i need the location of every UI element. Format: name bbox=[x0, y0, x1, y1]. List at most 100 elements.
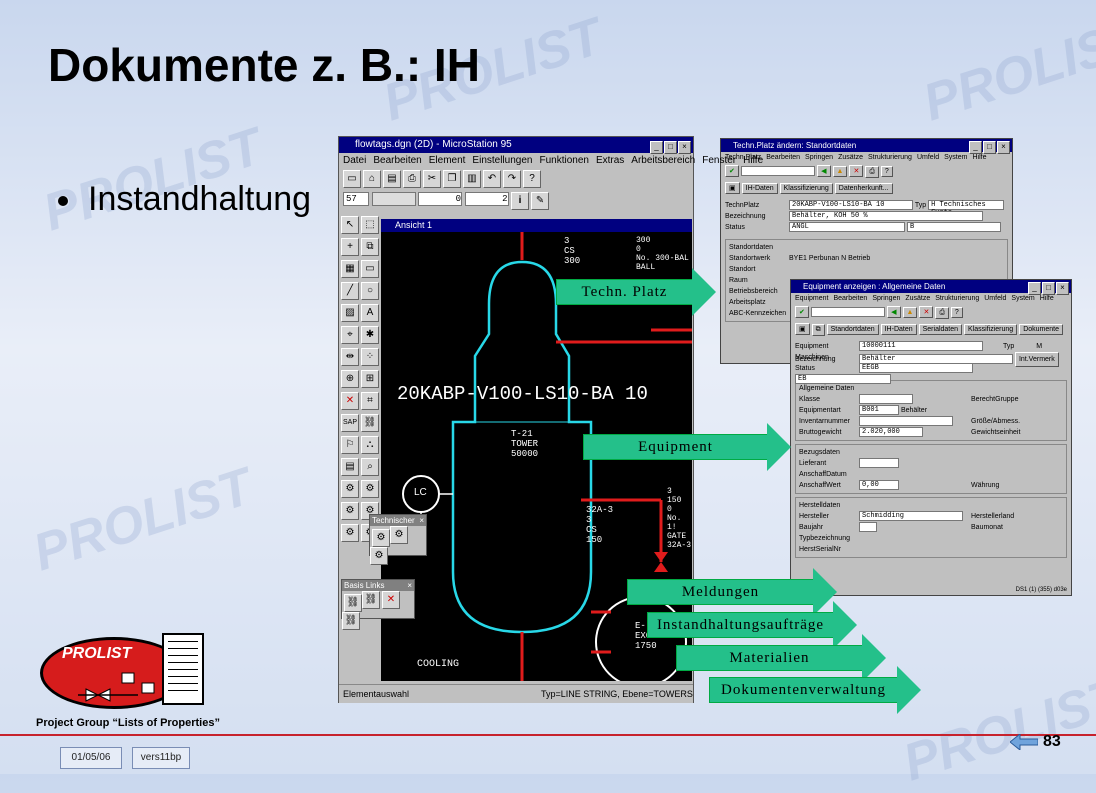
menu-item[interactable]: System bbox=[1011, 295, 1034, 302]
paste-icon[interactable]: ▥ bbox=[463, 170, 481, 188]
tech-tool-icon[interactable]: ⚙ bbox=[390, 526, 408, 544]
command-field[interactable] bbox=[810, 306, 885, 317]
circle-icon[interactable]: ○ bbox=[361, 282, 379, 300]
lieferant-field[interactable] bbox=[859, 458, 899, 469]
tech-tool-icon[interactable]: ⚙ bbox=[372, 529, 390, 547]
menu-item[interactable]: System bbox=[944, 154, 967, 161]
typ-field[interactable]: H Technisches Syste bbox=[928, 200, 1005, 217]
point-icon[interactable]: ⁘ bbox=[361, 348, 379, 366]
edit-icon[interactable]: ✎ bbox=[531, 192, 550, 210]
minimize-icon[interactable]: _ bbox=[1028, 282, 1041, 295]
menu-item[interactable]: Umfeld bbox=[917, 154, 939, 161]
tech-tool-icon[interactable]: ⚙ bbox=[341, 480, 359, 498]
display-icon[interactable]: ▣ bbox=[795, 323, 810, 335]
klassifizierung-button[interactable]: Klassifizierung bbox=[964, 324, 1018, 335]
back-icon[interactable]: ◀ bbox=[887, 306, 901, 318]
status-field[interactable]: EEGB bbox=[859, 363, 973, 374]
tag-icon[interactable]: ⚐ bbox=[341, 436, 359, 454]
ih-daten-button[interactable]: IH-Daten bbox=[880, 324, 917, 335]
style-select[interactable]: 2 bbox=[464, 192, 509, 206]
menu-item[interactable]: Bearbeiten bbox=[766, 154, 800, 161]
check-icon[interactable]: ✔ bbox=[725, 165, 739, 177]
org-icon[interactable]: ⧉ bbox=[811, 324, 825, 336]
klasse-field[interactable] bbox=[859, 394, 913, 405]
hatch-icon[interactable]: ▨ bbox=[341, 304, 359, 322]
report-icon[interactable]: ▤ bbox=[341, 458, 359, 476]
minimize-icon[interactable]: _ bbox=[650, 141, 663, 154]
delete-icon[interactable]: ✕ bbox=[341, 392, 359, 410]
text-icon[interactable]: A bbox=[361, 304, 379, 322]
exit-icon[interactable]: ▲ bbox=[832, 166, 848, 177]
measure-icon[interactable]: ⌖ bbox=[341, 326, 359, 344]
rectangle-icon[interactable]: ▭ bbox=[361, 260, 379, 278]
link-tool-icon[interactable]: ⛓ bbox=[362, 591, 380, 609]
hersteller-field[interactable]: Schmidding bbox=[859, 511, 963, 522]
command-field[interactable] bbox=[740, 165, 815, 176]
menu-item[interactable]: Funktionen bbox=[539, 155, 588, 166]
menu-item[interactable]: Hilfe bbox=[972, 154, 986, 161]
close-icon[interactable]: × bbox=[678, 141, 691, 154]
copy-element-icon[interactable]: ⧉ bbox=[361, 238, 379, 256]
undo-icon[interactable]: ↶ bbox=[483, 170, 501, 188]
exit-icon[interactable]: ▲ bbox=[902, 307, 918, 318]
maximize-icon[interactable]: □ bbox=[1042, 282, 1055, 295]
menu-item[interactable]: Hilfe bbox=[743, 155, 763, 166]
check-icon[interactable]: ✔ bbox=[795, 306, 809, 318]
fence-icon[interactable]: ⬚ bbox=[361, 216, 379, 234]
equipmentart-field[interactable]: B001 bbox=[859, 405, 899, 416]
menu-item[interactable]: Bearbeiten bbox=[833, 295, 867, 302]
baujahr-field[interactable] bbox=[859, 522, 877, 533]
menu-item[interactable]: Zusätze bbox=[905, 295, 930, 302]
dimension-icon[interactable]: ⇹ bbox=[341, 348, 359, 366]
help-icon[interactable]: ? bbox=[523, 170, 541, 188]
help-icon[interactable]: ? bbox=[880, 166, 893, 177]
cancel-icon[interactable]: ✕ bbox=[919, 306, 934, 318]
tech-tool-icon[interactable]: ⚙ bbox=[370, 547, 388, 565]
save-icon[interactable]: ▤ bbox=[383, 170, 401, 188]
line-icon[interactable]: ╱ bbox=[341, 282, 359, 300]
color-select[interactable] bbox=[371, 192, 416, 206]
maximize-icon[interactable]: □ bbox=[664, 141, 677, 154]
level-select[interactable]: 57 bbox=[343, 192, 369, 206]
ih-daten-button[interactable]: IH-Daten bbox=[741, 183, 778, 194]
menu-item[interactable]: Umfeld bbox=[984, 295, 1006, 302]
menu-item[interactable]: Springen bbox=[805, 154, 833, 161]
datenherkunft-button[interactable]: Datenherkunft... bbox=[834, 183, 893, 194]
print-icon[interactable]: ⎙ bbox=[865, 166, 879, 178]
print-icon[interactable]: ⎙ bbox=[935, 307, 949, 319]
info-icon[interactable]: i bbox=[511, 192, 530, 210]
print-icon[interactable]: ⎙ bbox=[403, 170, 421, 188]
attach-icon[interactable]: ⛬ bbox=[361, 436, 379, 454]
close-icon[interactable]: × bbox=[407, 580, 412, 591]
cancel-icon[interactable]: ✕ bbox=[849, 165, 864, 177]
plus-icon[interactable]: + bbox=[341, 238, 359, 256]
select-icon[interactable]: ↖ bbox=[341, 216, 359, 234]
maximize-icon[interactable]: □ bbox=[983, 141, 996, 154]
menu-item[interactable]: Extras bbox=[596, 155, 624, 166]
menu-item[interactable]: Element bbox=[429, 155, 466, 166]
menu-item[interactable]: Strukturierung bbox=[868, 154, 912, 161]
link-tool-icon[interactable]: ⛓ bbox=[342, 612, 360, 630]
close-icon[interactable]: × bbox=[997, 141, 1010, 154]
close-icon[interactable]: × bbox=[1056, 282, 1069, 295]
dokumente-button[interactable]: Dokumente bbox=[1019, 324, 1063, 335]
query-icon[interactable]: ⌕ bbox=[361, 458, 379, 476]
menu-item[interactable]: Datei bbox=[343, 155, 366, 166]
modify-icon[interactable]: ⌗ bbox=[361, 392, 379, 410]
inventar-field[interactable] bbox=[859, 416, 953, 427]
brutto-field[interactable]: 2.020,000 bbox=[859, 427, 923, 438]
back-arrow-icon[interactable] bbox=[1010, 734, 1038, 750]
scale-icon[interactable]: ⊞ bbox=[361, 370, 379, 388]
save-icon[interactable]: ▣ bbox=[725, 182, 740, 194]
close-icon[interactable]: × bbox=[419, 515, 424, 526]
copy-icon[interactable]: ❐ bbox=[443, 170, 461, 188]
status-field-2[interactable]: B bbox=[906, 222, 1001, 233]
weight-select[interactable]: 0 bbox=[418, 192, 463, 206]
cell-icon[interactable]: ✱ bbox=[361, 326, 379, 344]
anschaffwert-field[interactable]: 0,00 bbox=[859, 480, 899, 491]
redo-icon[interactable]: ↷ bbox=[503, 170, 521, 188]
tech-tool-icon[interactable]: ⚙ bbox=[341, 524, 359, 542]
bezeichnung-field[interactable]: Behälter, KOH 50 % bbox=[789, 211, 983, 222]
menu-item[interactable]: Einstellungen bbox=[472, 155, 532, 166]
sap-icon[interactable]: SAP bbox=[341, 414, 359, 432]
